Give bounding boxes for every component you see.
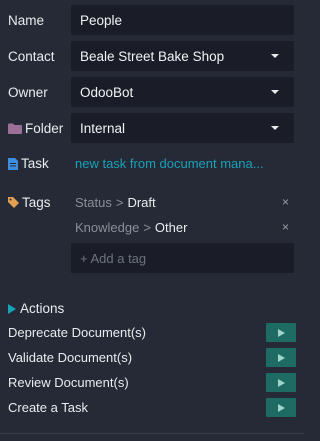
chevron-down-icon[interactable] (271, 90, 279, 94)
play-icon (277, 378, 285, 387)
action-create-task: Create a Task (0, 397, 304, 419)
add-tag-input[interactable] (71, 243, 294, 273)
tag-item: Knowledge > Other × (75, 219, 289, 235)
remove-tag-icon[interactable]: × (282, 220, 289, 234)
action-validate: Validate Document(s) (0, 347, 304, 369)
chevron-down-icon[interactable] (271, 54, 279, 58)
folder-label: Folder (8, 121, 63, 136)
divider (0, 433, 304, 434)
tag-icon (8, 197, 19, 208)
play-icon (277, 353, 285, 362)
contact-select[interactable]: Beale Street Bake Shop (71, 41, 294, 71)
tags-label: Tags (8, 195, 51, 210)
owner-select[interactable]: OdooBot (71, 77, 294, 107)
run-action-button[interactable] (266, 348, 296, 367)
run-action-button[interactable] (266, 323, 296, 342)
play-icon (277, 328, 285, 337)
run-action-button[interactable] (266, 373, 296, 392)
play-icon (277, 403, 285, 412)
document-icon (8, 157, 18, 170)
action-deprecate: Deprecate Document(s) (0, 322, 304, 344)
folder-select[interactable]: Internal (71, 113, 294, 143)
name-field[interactable]: People (71, 5, 294, 35)
run-action-button[interactable] (266, 398, 296, 417)
caret-right-icon (8, 303, 16, 314)
owner-label: Owner (8, 85, 48, 100)
folder-icon (8, 123, 22, 134)
tag-item: Status > Draft × (75, 194, 289, 210)
task-label: Task (8, 156, 49, 171)
name-label: Name (8, 13, 45, 28)
action-review: Review Document(s) (0, 372, 304, 394)
contact-label: Contact (8, 49, 55, 64)
task-link[interactable]: new task from document mana... (75, 156, 264, 171)
actions-header[interactable]: Actions (8, 301, 64, 316)
remove-tag-icon[interactable]: × (282, 195, 289, 209)
chevron-down-icon[interactable] (271, 126, 279, 130)
